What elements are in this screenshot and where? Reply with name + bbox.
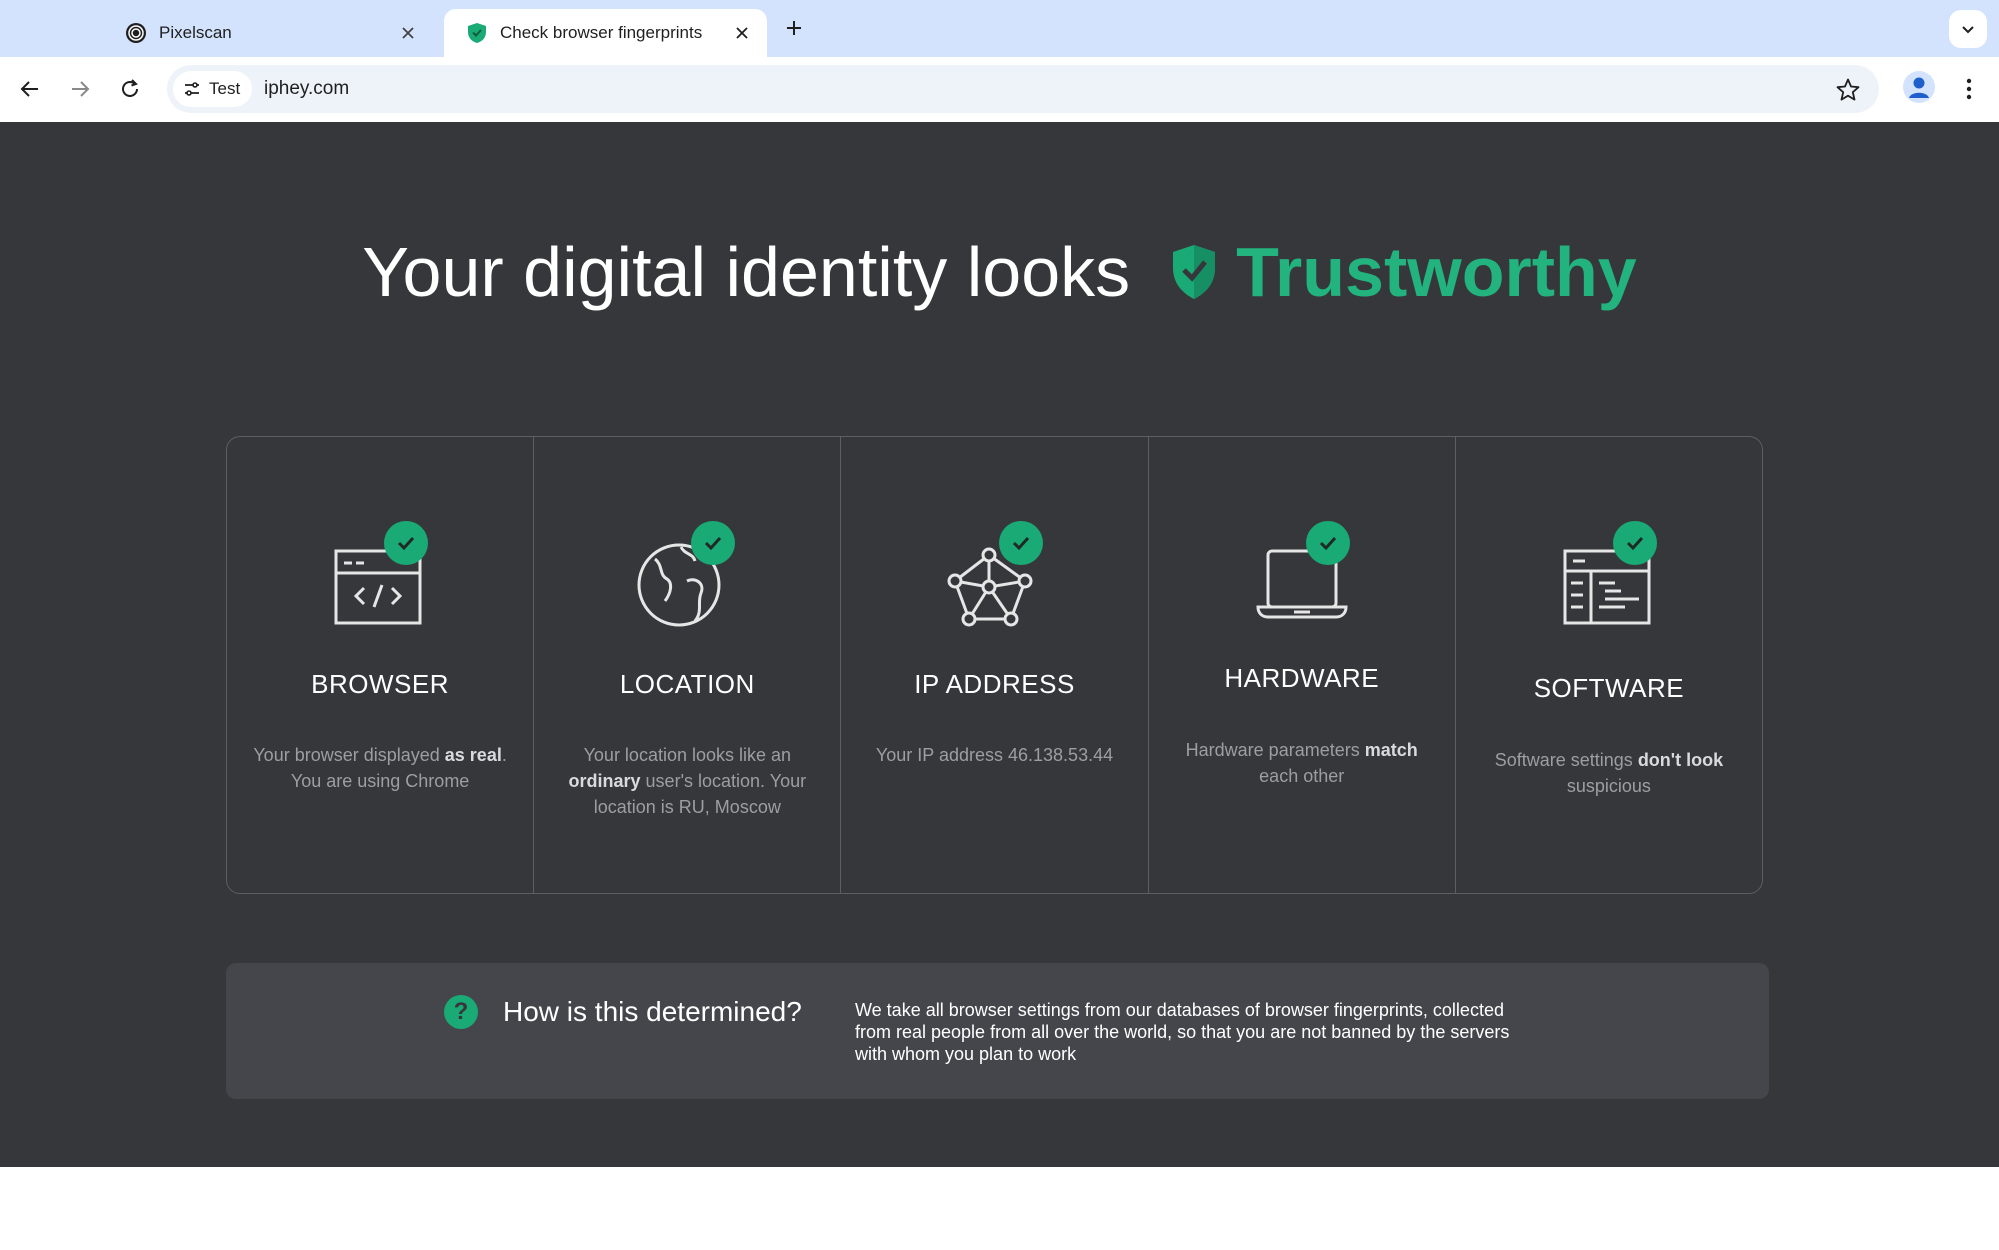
desc-emphasis: match [1364, 740, 1418, 760]
shield-favicon-icon [468, 23, 486, 43]
how-text: We take all browser settings from our da… [855, 1000, 1510, 1064]
card-label: BROWSER [311, 669, 450, 699]
browser-toolbar: Test iphey.com [0, 57, 1999, 122]
tab-search-button[interactable] [1949, 10, 1987, 48]
more-vertical-icon [1966, 78, 1972, 100]
plus-icon [787, 21, 801, 35]
address-bar[interactable]: Test iphey.com [167, 65, 1879, 113]
tab-title: Pixelscan [159, 23, 232, 42]
card-label: HARDWARE [1224, 663, 1380, 693]
card-browser: BROWSER Your browser displayed as real. … [227, 437, 535, 893]
new-tab-button[interactable] [780, 14, 808, 42]
bookmark-star-icon[interactable] [1835, 77, 1861, 103]
close-tab-icon[interactable] [731, 22, 753, 44]
check-badge-icon [384, 521, 429, 565]
site-info-chip[interactable]: Test [173, 71, 253, 107]
tune-icon [185, 82, 199, 96]
card-software: SOFTWARE Software settings don't look su… [1456, 437, 1762, 893]
desc-text: each other [1259, 766, 1345, 786]
arrow-left-icon [20, 81, 38, 97]
shield-check-icon [1173, 245, 1216, 299]
headline-status: Trustworthy [1236, 233, 1637, 311]
card-description: Your IP address 46.138.53.44 [865, 742, 1123, 768]
card-description: Hardware parameters match each other [1173, 737, 1431, 789]
location-card-icon-wrap [637, 521, 737, 631]
hardware-card-icon-wrap [1252, 521, 1352, 631]
card-label: LOCATION [619, 669, 755, 699]
headline-prefix: Your digital identity looks [362, 233, 1131, 311]
tab-strip: Pixelscan Check browser fingerprints [0, 0, 1999, 57]
forward-button[interactable] [64, 73, 96, 105]
profile-avatar-icon[interactable] [1903, 71, 1935, 103]
card-description: Software settings don't look suspicious [1480, 747, 1738, 799]
check-badge-icon [1305, 521, 1350, 565]
card-description: Your location looks like an ordinary use… [558, 742, 816, 820]
desc-text: Software settings [1494, 750, 1638, 770]
check-badge-icon [998, 521, 1043, 565]
page-headline: Your digital identity looks Trustworthy [0, 232, 1999, 312]
close-tab-icon[interactable] [397, 22, 419, 44]
desc-text: Your IP address 46.138.53.44 [875, 745, 1114, 765]
desc-text: Your browser displayed [253, 745, 445, 765]
desc-emphasis: as real [444, 745, 502, 765]
how-title: How is this determined? [503, 996, 802, 1027]
desc-emphasis: ordinary [568, 771, 641, 791]
software-card-icon-wrap [1559, 521, 1659, 631]
desc-text: Hardware parameters [1185, 740, 1365, 760]
tab-pixelscan[interactable]: Pixelscan [103, 9, 433, 57]
site-chip-label: Test [209, 79, 241, 98]
check-cards: BROWSER Your browser displayed as real. … [226, 436, 1763, 894]
back-button[interactable] [14, 73, 46, 105]
card-location: LOCATION Your location looks like an ord… [534, 437, 842, 893]
desc-emphasis: don't look [1637, 750, 1724, 770]
check-badge-icon [1612, 521, 1657, 565]
chevron-down-icon [1962, 26, 1974, 34]
desc-text: suspicious [1566, 776, 1651, 796]
page-content: Your digital identity looks Trustworthy [0, 122, 1999, 1167]
arrow-right-icon [72, 81, 90, 97]
card-label: SOFTWARE [1533, 673, 1685, 703]
how-determined-panel: ? How is this determined? We take all br… [226, 963, 1769, 1099]
tab-check-browser-fingerprints[interactable]: Check browser fingerprints [444, 9, 767, 57]
tab-title: Check browser fingerprints [500, 23, 703, 42]
question-icon: ? [444, 995, 478, 1029]
pixelscan-favicon-icon [126, 23, 146, 43]
browser-menu-button[interactable] [1955, 73, 1983, 105]
card-label: IP ADDRESS [914, 669, 1075, 699]
reload-icon [122, 79, 138, 97]
ip-card-icon-wrap [945, 521, 1045, 631]
desc-text: Your location looks like an [583, 745, 792, 765]
card-description: Your browser displayed as real. You are … [251, 742, 509, 794]
card-ip-address: IP ADDRESS Your IP address 46.138.53.44 [841, 437, 1149, 893]
browser-card-icon-wrap [330, 521, 430, 631]
url-text[interactable]: iphey.com [264, 78, 349, 100]
check-badge-icon [691, 521, 736, 565]
card-hardware: HARDWARE Hardware parameters match each … [1149, 437, 1456, 893]
reload-button[interactable] [114, 73, 146, 105]
